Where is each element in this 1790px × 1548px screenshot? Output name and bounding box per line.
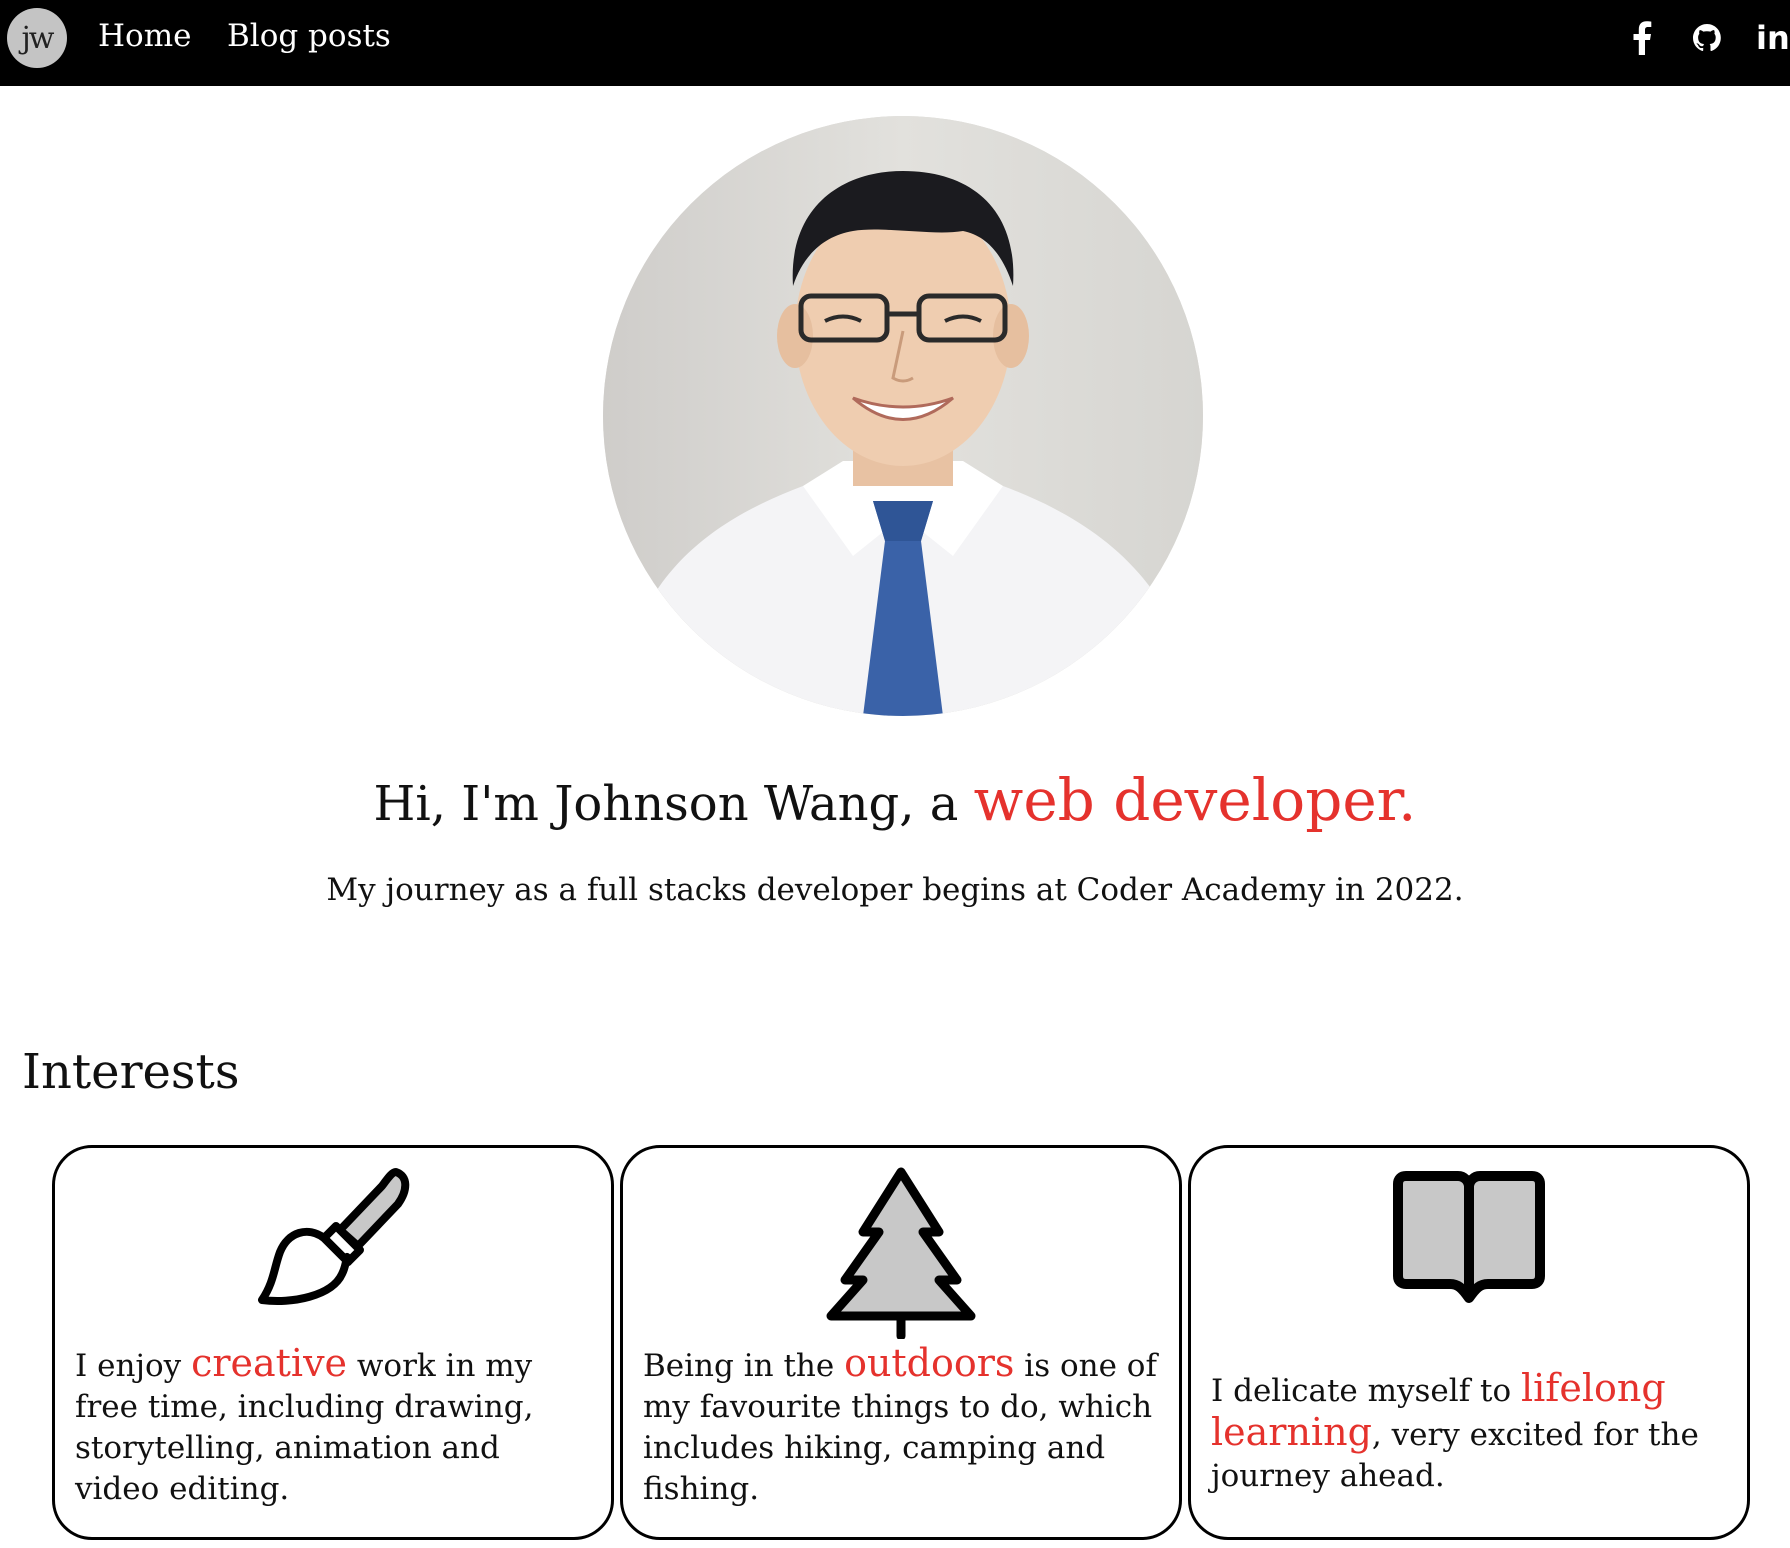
interest-card-learning: I delicate myself to lifelong learning, …	[1188, 1145, 1750, 1540]
interest-card-outdoors: Being in the outdoors is one of my favou…	[620, 1145, 1182, 1540]
interest-text: I enjoy creative work in my free time, i…	[75, 1343, 591, 1510]
interest-text: Being in the outdoors is one of my favou…	[643, 1343, 1159, 1510]
logo[interactable]: jw	[7, 8, 67, 68]
book-icon	[1393, 1171, 1545, 1303]
profile-photo	[603, 116, 1203, 716]
interest-keyword: creative	[191, 1341, 348, 1385]
hero-subline: My journey as a full stacks developer be…	[326, 872, 1464, 908]
interests-heading: Interests	[22, 1044, 240, 1100]
headline-prefix: Hi, I'm Johnson Wang, a	[373, 776, 974, 832]
hero-headline: Hi, I'm Johnson Wang, a web developer.	[0, 766, 1790, 834]
github-icon[interactable]	[1691, 18, 1723, 58]
interest-card-creative: I enjoy creative work in my free time, i…	[52, 1145, 614, 1540]
nav-link-home[interactable]: Home	[98, 18, 191, 54]
interest-text-lead: I delicate myself to	[1211, 1373, 1521, 1409]
linkedin-icon[interactable]: in	[1756, 18, 1790, 58]
interest-text: I delicate myself to lifelong learning, …	[1211, 1368, 1727, 1497]
top-navbar: jw Home Blog posts in	[0, 0, 1790, 86]
nav-link-blog-posts[interactable]: Blog posts	[227, 18, 391, 54]
tree-icon	[826, 1167, 976, 1339]
interest-text-lead: I enjoy	[75, 1348, 192, 1384]
paintbrush-icon	[258, 1168, 410, 1305]
headline-accent: web developer.	[973, 766, 1417, 834]
facebook-icon[interactable]	[1632, 18, 1652, 58]
interest-keyword: outdoors	[844, 1341, 1015, 1385]
interest-text-lead: Being in the	[643, 1348, 845, 1384]
